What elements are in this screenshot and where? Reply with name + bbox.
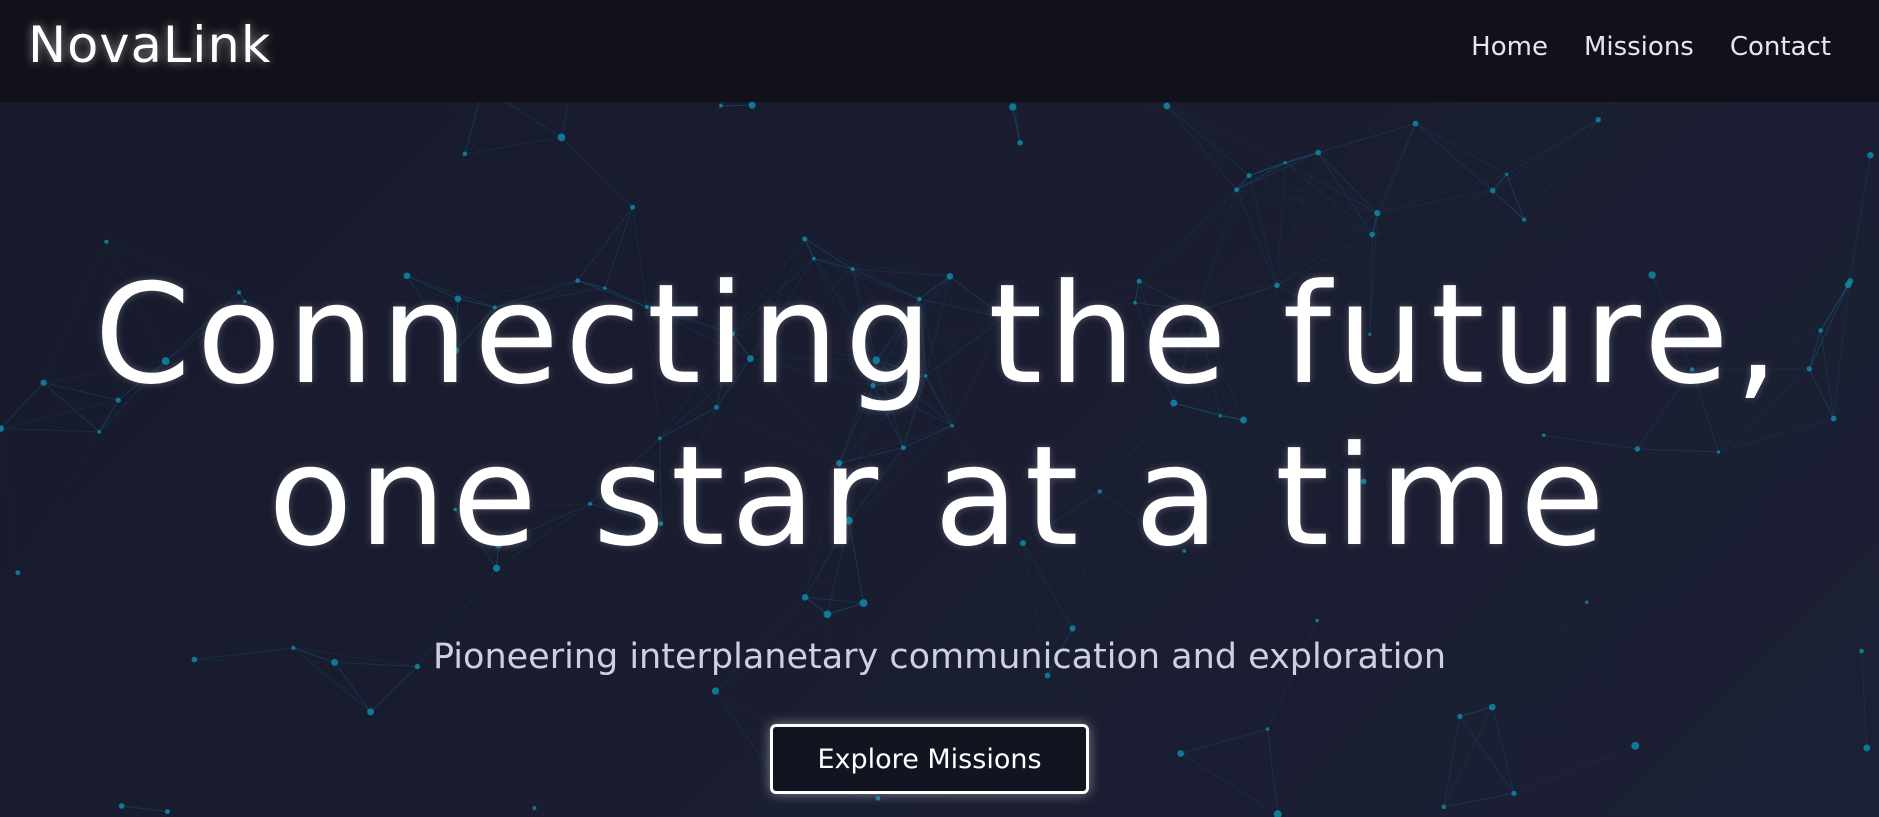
nav-link-home[interactable]: Home — [1471, 32, 1548, 62]
explore-missions-button[interactable]: Explore Missions — [770, 724, 1089, 794]
hero-headline-line-2: one star at a time — [268, 416, 1611, 577]
hero-subtitle: Pioneering interplanetary communication … — [432, 637, 1447, 677]
hero-headline-line-1: Connecting the future, — [94, 254, 1785, 415]
nav-link-missions[interactable]: Missions — [1584, 32, 1694, 62]
brand-logo[interactable]: NovaLink — [28, 16, 271, 74]
page: NovaLink Home Missions Contact Connectin… — [0, 0, 1879, 817]
nav-link-contact[interactable]: Contact — [1730, 32, 1831, 62]
hero-section: Connecting the future, one star at a tim… — [0, 102, 1879, 817]
hero-headline: Connecting the future, one star at a tim… — [0, 254, 1879, 578]
nav-links: Home Missions Contact — [1471, 32, 1831, 62]
navbar: NovaLink Home Missions Contact — [0, 0, 1879, 102]
